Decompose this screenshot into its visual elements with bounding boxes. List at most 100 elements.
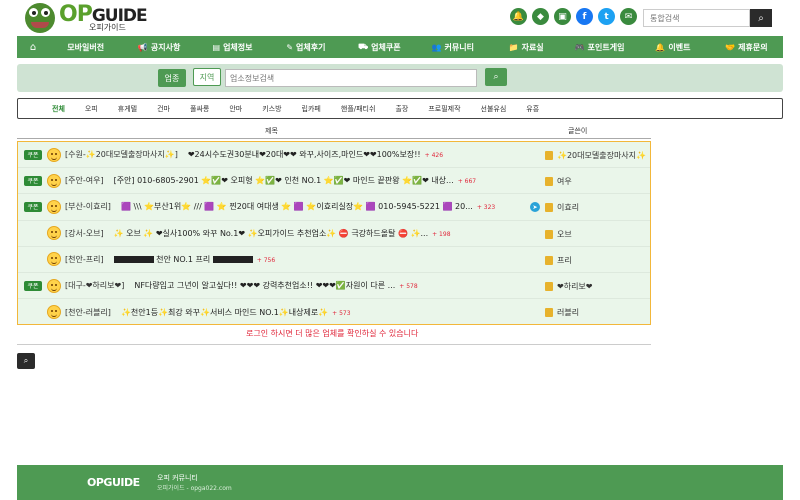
smile-icon — [47, 305, 61, 320]
nav-event[interactable]: 🔔 이벤트 — [636, 42, 709, 53]
item-body[interactable]: ✨천안1등✨최강 와꾸✨서비스 마인드 NO.1✨내상제로✨ + 573 — [121, 307, 501, 318]
tab-all[interactable]: 전체 — [52, 104, 65, 114]
bell-icon[interactable]: 🔔 — [510, 8, 527, 25]
tab-usim[interactable]: 선불유심 — [481, 104, 507, 114]
facebook-icon[interactable]: f — [576, 8, 593, 25]
item-body[interactable]: 천안 NO.1 프리 + 756 — [113, 254, 494, 265]
coupon-badge: 쿠폰 — [24, 149, 42, 160]
item-subject[interactable]: [수원-✨20대모델출장마사지✨] — [65, 149, 178, 160]
writer[interactable]: 오브 — [545, 229, 572, 240]
list-item[interactable]: [천안-프리] 천안 NO.1 프리 + 756 프리 — [18, 247, 650, 273]
tab-fullsalon[interactable]: 풀싸롱 — [190, 104, 209, 114]
writer[interactable]: ✨20대모델출장마사지✨ — [545, 150, 646, 161]
nav-notice[interactable]: 📢 공지사항 — [122, 42, 195, 53]
category-tabs: 전체 오피 휴게텔 건마 풀싸롱 안마 키스방 립카페 핸플/패티쉬 출장 프로… — [17, 98, 783, 119]
list-item[interactable]: 쿠폰 [주안-여우] [주안] 010-6805-2901 ⭐✅❤ 오피형 ⭐✅… — [18, 168, 650, 195]
business-search-input[interactable] — [225, 69, 477, 87]
medal-icon — [545, 281, 553, 291]
home-icon[interactable]: ⌂ — [17, 42, 49, 53]
smile-icon — [47, 199, 61, 214]
tab-anma[interactable]: 안마 — [229, 104, 242, 114]
writer[interactable]: ❤하리보❤ — [545, 281, 593, 292]
item-subject[interactable]: [대구-❤하리보❤] — [65, 280, 124, 291]
tab-opi[interactable]: 오피 — [85, 104, 98, 114]
nav-archive[interactable]: 📁 자료실 — [489, 42, 562, 53]
shop-icon[interactable]: ▣ — [554, 8, 571, 25]
comment-count: + 323 — [476, 204, 496, 212]
comment-count: + 573 — [332, 309, 351, 317]
coupon-badge: 쿠폰 — [24, 280, 42, 291]
nav-coupons[interactable]: ⛟ 업체쿠폰 — [343, 42, 416, 53]
tab-entertainment[interactable]: 유흥 — [526, 104, 539, 114]
item-subject[interactable]: [강서-오브] — [65, 228, 104, 239]
column-title: 제목 — [265, 127, 278, 135]
medal-icon — [545, 203, 553, 213]
list-item[interactable]: 쿠폰 [수원-✨20대모델출장마사지✨] ❤24시수도권30분내❤20대❤❤ 와… — [18, 142, 650, 169]
medal-icon — [545, 255, 553, 265]
tab-hyugetel[interactable]: 휴게텔 — [118, 104, 137, 114]
smile-icon — [47, 278, 61, 293]
telegram-icon[interactable]: ➤ — [530, 202, 540, 213]
header-search-input[interactable] — [643, 9, 750, 27]
nav-point-game[interactable]: 🎮 포인트게임 — [563, 42, 636, 53]
tag-icon[interactable]: ◆ — [532, 8, 549, 25]
tab-handple[interactable]: 핸플/패티쉬 — [341, 104, 376, 114]
header-search-button[interactable]: ⌕ — [750, 9, 772, 27]
site-logo[interactable]: OPGUIDE 오피가이드 — [25, 3, 148, 33]
footer: OPGUIDE 오피 커뮤니티 오피가이드 - opga022.com — [17, 465, 783, 500]
mail-icon[interactable]: ✉ — [620, 8, 637, 25]
tab-chuljang[interactable]: 출장 — [395, 104, 408, 114]
twitter-icon[interactable]: t — [598, 8, 615, 25]
business-list: 쿠폰 [수원-✨20대모델출장마사지✨] ❤24시수도권30분내❤20대❤❤ 와… — [17, 141, 651, 325]
writer[interactable]: 프리 — [545, 255, 572, 266]
nav-business-info[interactable]: ▤ 업체정보 — [196, 42, 269, 53]
header: OPGUIDE 오피가이드 🔔 ◆ ▣ f t ✉ ⌕ — [0, 0, 800, 36]
list-search-button[interactable]: ⌕ — [17, 353, 35, 369]
category-select-button[interactable]: 업종 — [158, 69, 186, 87]
list-item[interactable]: 쿠폰 [대구-❤하리보❤] NF다량입고 그년이 알고싶다!! ❤❤❤ 강력추천… — [18, 273, 650, 300]
item-body[interactable]: [주안] 010-6805-2901 ⭐✅❤ 오피형 ⭐✅❤ 인천 NO.1 ⭐… — [114, 175, 494, 186]
nav-mobile[interactable]: 모바일버전 — [49, 42, 122, 53]
item-body[interactable]: 🟪 \\\ ⭐부산1위⭐ /// 🟪 ⭐ 찐20대 여대생 ⭐ 🟪 ⭐이효리실장… — [121, 201, 501, 212]
folder-icon: 📁 — [508, 42, 519, 52]
handshake-icon: 🤝 — [725, 42, 736, 52]
users-icon: 👥 — [431, 42, 442, 52]
writer[interactable]: 여우 — [545, 176, 572, 187]
tab-profile[interactable]: 프로필제작 — [428, 104, 460, 114]
medal-icon — [545, 229, 553, 239]
list-divider — [17, 344, 651, 345]
region-select-button[interactable]: 지역 — [193, 68, 221, 86]
medal-icon — [545, 308, 553, 318]
tab-lipcafe[interactable]: 립카페 — [302, 104, 321, 114]
item-body[interactable]: ✨ 오브 ✨ ❤실사100% 와꾸 No.1❤ ✨오피가이드 추천업소✨ ⛔ 극… — [114, 228, 494, 239]
header-search: ⌕ — [643, 9, 772, 27]
nav-reviews[interactable]: ✎ 업체후기 — [269, 42, 342, 53]
search-icon: ⌕ — [758, 12, 764, 24]
list-icon: ▤ — [212, 42, 221, 52]
smile-icon — [47, 147, 61, 162]
redacted-block — [113, 255, 154, 263]
footer-logo: OPGUIDE — [87, 476, 140, 489]
list-item[interactable]: [강서-오브] ✨ 오브 ✨ ❤실사100% 와꾸 No.1❤ ✨오피가이드 추… — [18, 221, 650, 247]
medal-icon — [545, 177, 553, 187]
smile-icon — [47, 252, 61, 267]
list-item[interactable]: 쿠폰 [부산-이효리] 🟪 \\\ ⭐부산1위⭐ /// 🟪 ⭐ 찐20대 여대… — [18, 194, 650, 221]
comment-count: + 667 — [457, 178, 477, 186]
nav-community[interactable]: 👥 커뮤니티 — [416, 42, 489, 53]
nav-partnership[interactable]: 🤝 제휴문의 — [710, 42, 783, 53]
tab-geonma[interactable]: 건마 — [157, 104, 170, 114]
item-subject[interactable]: [주안-여우] — [65, 175, 104, 186]
login-prompt[interactable]: 로그인 하시면 더 많은 업체를 확인하실 수 있습니다 — [246, 328, 418, 339]
item-body[interactable]: NF다량입고 그년이 알고싶다!! ❤❤❤ 강력추천업소!! ❤❤❤✅자원이 다… — [134, 280, 514, 291]
item-body[interactable]: ❤24시수도권30분내❤20대❤❤ 와꾸,사이즈,마인드❤❤100%보장!! + … — [188, 149, 568, 160]
business-search-button[interactable]: ⌕ — [485, 68, 507, 86]
business-search-panel: 업종 지역 ⌕ — [17, 64, 783, 92]
megaphone-icon: 📢 — [137, 42, 148, 52]
tab-kissbang[interactable]: 키스방 — [262, 104, 281, 114]
list-item[interactable]: [천안-러블리] ✨천안1등✨최강 와꾸✨서비스 마인드 NO.1✨내상제로✨ +… — [18, 299, 650, 325]
writer[interactable]: 이효리 — [545, 202, 579, 213]
item-subject[interactable]: [천안-러블리] — [65, 307, 111, 318]
writer[interactable]: 러블리 — [545, 307, 579, 318]
item-subject[interactable]: [부산-이효리] — [65, 201, 111, 212]
item-subject[interactable]: [천안-프리] — [65, 254, 104, 265]
